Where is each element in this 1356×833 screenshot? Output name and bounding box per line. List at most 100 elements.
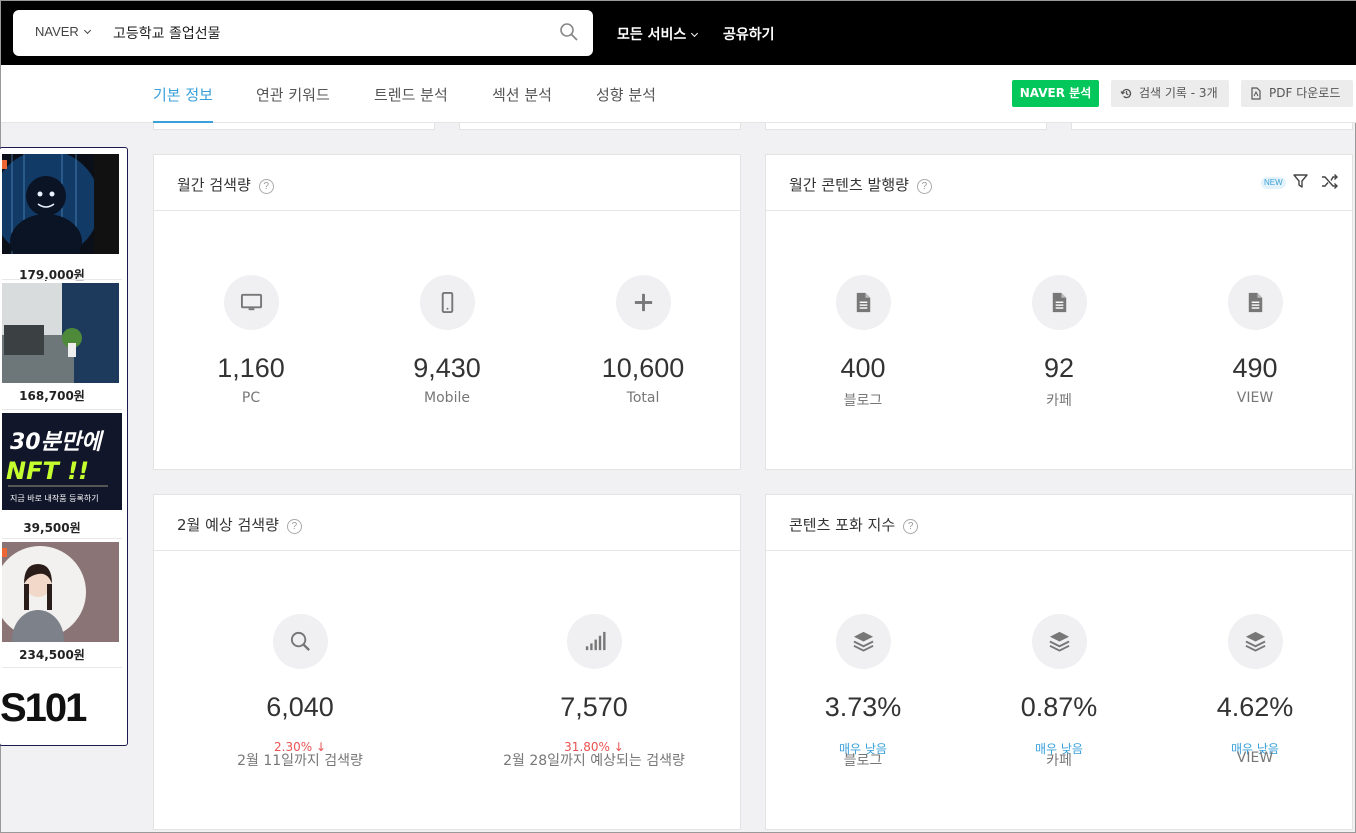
tab-section-analysis[interactable]: 섹션 분석 xyxy=(492,84,552,123)
tab-bar: 기본 정보 연관 키워드 트렌드 분석 섹션 분석 성향 분석 NAVER 분석… xyxy=(1,65,1356,123)
help-icon[interactable]: ? xyxy=(903,519,919,534)
svg-text:지금 바로 내작품 등록하기: 지금 바로 내작품 등록하기 xyxy=(10,493,99,503)
layers-icon xyxy=(836,614,891,669)
all-services-label: 모든 서비스 xyxy=(617,27,687,43)
divider xyxy=(2,538,122,539)
ad-price: 168,700원 xyxy=(19,389,85,403)
new-badge: NEW xyxy=(1261,177,1286,189)
help-icon[interactable]: ? xyxy=(286,519,302,534)
stat-label: VIEW xyxy=(1236,750,1274,766)
ad-badge xyxy=(2,160,7,169)
tab-basic-info[interactable]: 기본 정보 xyxy=(153,84,213,123)
tab-tendency-analysis[interactable]: 성향 분석 xyxy=(596,84,656,123)
stat-label: 2월 11일까지 검색량 xyxy=(237,753,363,769)
card-stub xyxy=(765,123,1047,130)
mobile-icon xyxy=(420,275,475,330)
stat-value: 0.87% xyxy=(1020,692,1098,722)
stat-value: 400 xyxy=(840,353,886,383)
forecast-search-card: 2월 예상 검색량? 6,040 2.30% ↓ 2월 11일까지 검색량 7,… xyxy=(153,494,741,830)
stat-label: 카페 xyxy=(1046,753,1072,769)
search-icon xyxy=(273,614,328,669)
search-input[interactable]: 고등학교 졸업선물 xyxy=(113,23,221,43)
stat-value: 9,430 xyxy=(413,353,481,383)
stat-label: 블로그 xyxy=(843,393,883,409)
stat-label: 2월 28일까지 예상되는 검색량 xyxy=(503,753,685,769)
divider xyxy=(2,409,122,410)
stat-value: 92 xyxy=(1043,353,1075,383)
stat-label: Mobile xyxy=(424,390,470,406)
pdf-download-button[interactable]: PDF 다운로드 xyxy=(1241,80,1353,107)
naver-analysis-button[interactable]: NAVER 분석 xyxy=(1012,80,1099,107)
layers-icon xyxy=(1228,614,1283,669)
card-title: 월간 검색량? xyxy=(177,174,274,195)
search-icon[interactable] xyxy=(559,22,579,42)
ad-image xyxy=(2,154,119,254)
stat-value: 10,600 xyxy=(601,353,685,383)
filter-icon[interactable] xyxy=(1292,173,1309,190)
card-title-text: 월간 검색량 xyxy=(177,176,251,194)
document-icon xyxy=(1032,275,1087,330)
ad-badge xyxy=(2,548,7,557)
monthly-content-card: 월간 콘텐츠 발행량? NEW 400 블로그 92 카페 490 VIEW xyxy=(765,154,1353,470)
stat-label: PC xyxy=(241,390,261,406)
search-history-button[interactable]: 검색 기록 - 3개 xyxy=(1111,80,1229,107)
search-history-label: 검색 기록 - 3개 xyxy=(1139,86,1218,100)
ad-price: 39,500원 xyxy=(23,521,81,535)
svg-text:30분만에: 30분만에 xyxy=(10,430,105,455)
history-icon xyxy=(1120,88,1132,99)
ad-price: 234,500원 xyxy=(19,648,85,662)
top-header: NAVER 고등학교 졸업선물 모든 서비스 공유하기 xyxy=(1,1,1356,65)
help-icon[interactable]: ? xyxy=(916,179,932,194)
content-saturation-card: 콘텐츠 포화 지수? 3.73% 매우 낮음 블로그 0.87% 매우 낮음 카… xyxy=(765,494,1353,830)
help-icon[interactable]: ? xyxy=(258,179,274,194)
document-icon xyxy=(836,275,891,330)
card-header: 월간 검색량? xyxy=(154,155,740,211)
document-icon xyxy=(1228,275,1283,330)
stat-value: 490 xyxy=(1232,353,1278,383)
brand-logo[interactable]: S101 xyxy=(0,686,87,731)
stat-value: 1,160 xyxy=(217,353,285,383)
card-header: 2월 예상 검색량? xyxy=(154,495,740,551)
stat-value: 3.73% xyxy=(824,692,902,722)
stat-value: 7,570 xyxy=(560,692,628,722)
card-stub xyxy=(459,123,741,130)
share-link[interactable]: 공유하기 xyxy=(723,24,775,44)
ad-image xyxy=(2,542,119,642)
ad-price: 179,000원 xyxy=(19,268,85,282)
stat-label: 카페 xyxy=(1046,393,1072,409)
tab-related-keywords[interactable]: 연관 키워드 xyxy=(256,84,330,123)
card-title: 2월 예상 검색량? xyxy=(177,514,302,535)
engine-label: NAVER xyxy=(35,24,79,39)
chevron-down-icon xyxy=(691,29,699,38)
stat-label: Total xyxy=(626,390,660,406)
card-title: 월간 콘텐츠 발행량? xyxy=(789,174,932,195)
card-title-text: 2월 예상 검색량 xyxy=(177,516,279,534)
shuffle-icon[interactable] xyxy=(1321,173,1339,190)
chevron-down-icon xyxy=(83,26,91,35)
plus-icon xyxy=(616,275,671,330)
layers-icon xyxy=(1032,614,1087,669)
divider xyxy=(2,667,122,668)
card-header: 월간 콘텐츠 발행량? NEW xyxy=(766,155,1352,211)
stat-value: 6,040 xyxy=(266,692,334,722)
divider xyxy=(2,279,122,280)
stat-value: 4.62% xyxy=(1216,692,1294,722)
pdf-download-label: PDF 다운로드 xyxy=(1269,86,1341,100)
ad-sidebar: 179,000원 168,700원 30분만에 NFT !! 지금 바로 내작품… xyxy=(0,147,128,746)
engine-select[interactable]: NAVER xyxy=(35,24,91,39)
stat-label: 블로그 xyxy=(843,753,883,769)
all-services-menu[interactable]: 모든 서비스 xyxy=(617,24,699,44)
monthly-search-card: 월간 검색량? 1,160 PC 9,430 Mobile 10,600 Tot… xyxy=(153,154,741,470)
tab-trend-analysis[interactable]: 트렌드 분석 xyxy=(374,84,448,123)
ad-image xyxy=(2,283,119,383)
svg-text:NFT !!: NFT !! xyxy=(6,457,89,485)
monitor-icon xyxy=(224,275,279,330)
card-title-text: 월간 콘텐츠 발행량 xyxy=(789,176,909,194)
card-title: 콘텐츠 포화 지수? xyxy=(789,514,919,535)
pdf-icon xyxy=(1251,87,1261,100)
signal-icon xyxy=(567,614,622,669)
ad-image: 30분만에 NFT !! 지금 바로 내작품 등록하기 xyxy=(2,413,122,510)
stat-label: VIEW xyxy=(1236,390,1274,406)
search-box: NAVER 고등학교 졸업선물 xyxy=(13,10,593,56)
card-title-text: 콘텐츠 포화 지수 xyxy=(789,516,896,534)
